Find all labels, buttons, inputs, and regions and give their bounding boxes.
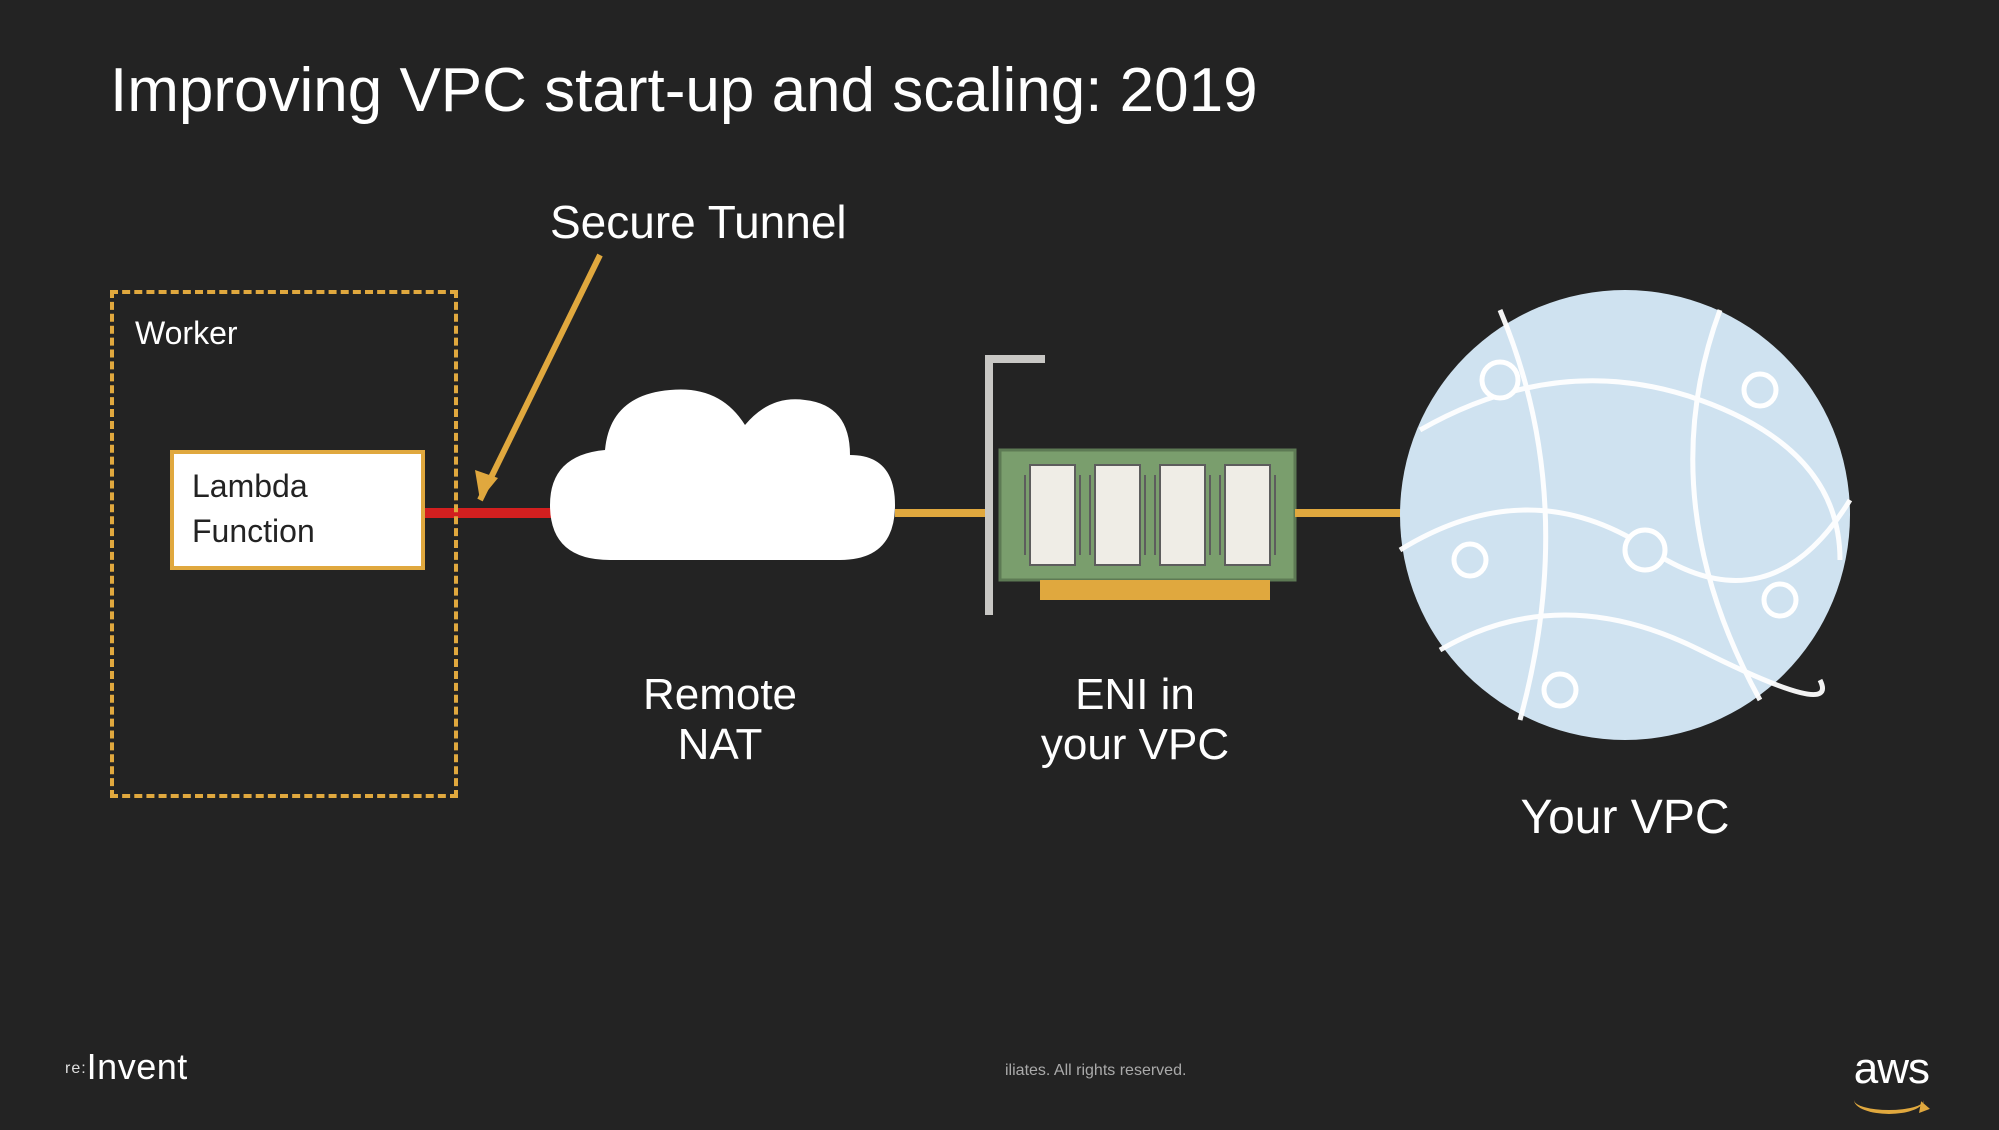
lambda-line1: Lambda [192, 468, 308, 504]
worker-label: Worker [135, 315, 238, 352]
aws-logo: aws [1854, 1044, 1929, 1094]
tunnel-arrow [475, 255, 600, 500]
lambda-line2: Function [192, 513, 315, 549]
cloud-icon [550, 389, 895, 560]
lambda-function-box: Lambda Function [170, 450, 425, 570]
eni-label: ENI in your VPC [1010, 670, 1260, 770]
aws-smile-icon [1854, 1090, 1924, 1114]
slide-title: Improving VPC start-up and scaling: 2019 [110, 55, 1258, 126]
secure-tunnel-label: Secure Tunnel [550, 195, 847, 249]
vpc-icon [1400, 290, 1850, 740]
reinvent-logo: re:Invent [65, 1046, 188, 1088]
eni-icon [985, 355, 1295, 615]
remote-nat-label: Remote NAT [595, 670, 845, 770]
copyright-text: iliates. All rights reserved. [1005, 1062, 1186, 1080]
slide: Improving VPC start-up and scaling: 2019 [0, 0, 1999, 1130]
your-vpc-label: Your VPC [1450, 790, 1800, 845]
